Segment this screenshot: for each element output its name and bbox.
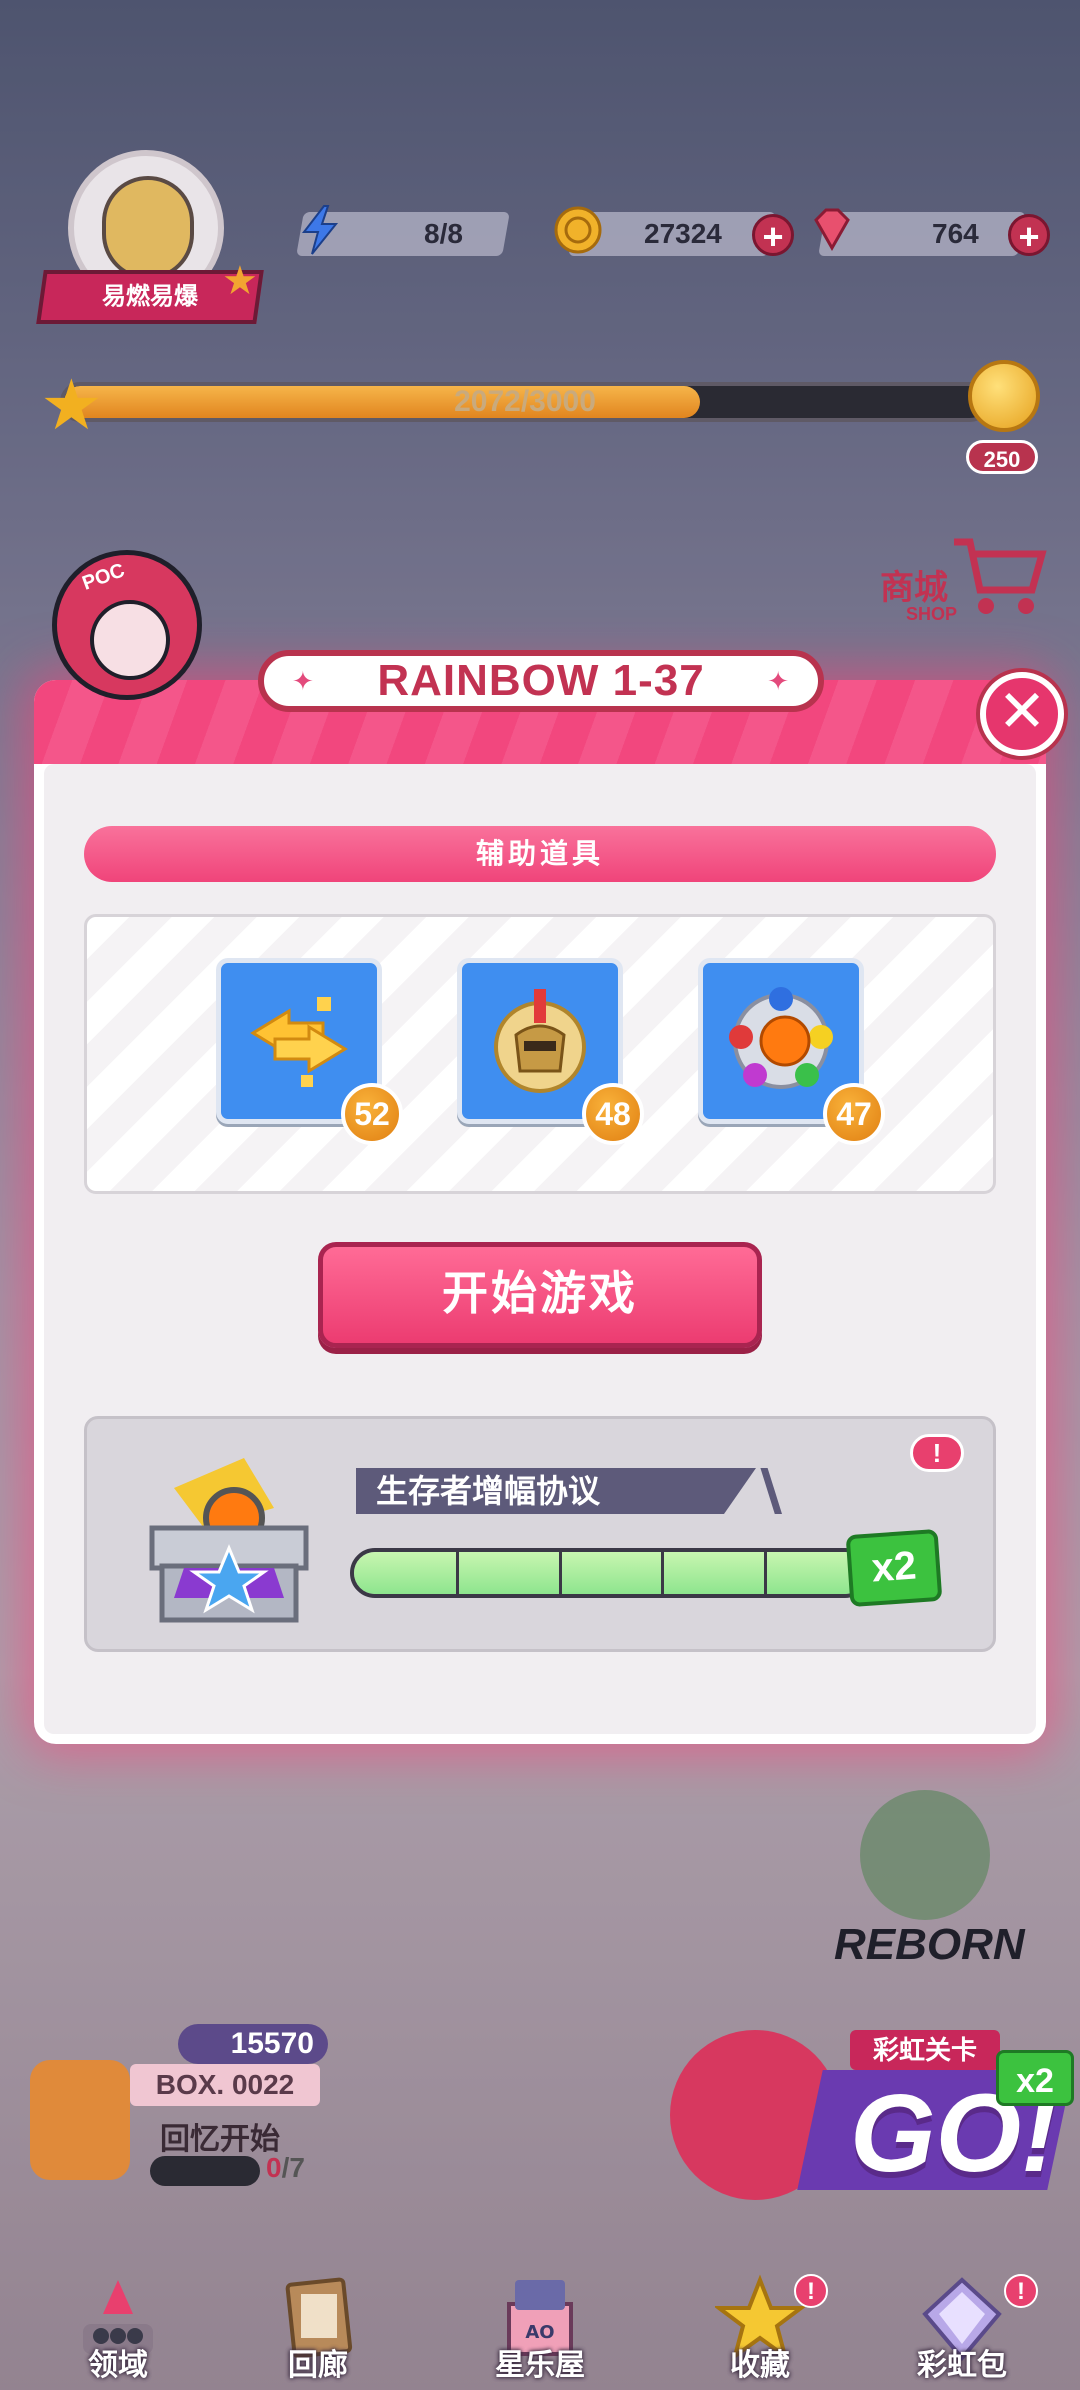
swap-arrows-icon <box>250 997 348 1087</box>
box-count-current: 0 <box>266 2152 282 2183</box>
item-rainbow-ball[interactable]: 47 <box>698 958 885 1145</box>
boost-segment-divider <box>558 1552 562 1594</box>
box-progress-count: 0/7 <box>266 2152 305 2184</box>
nav-label: 星乐屋 <box>495 2349 585 2382</box>
gem-value: 764 <box>932 218 979 249</box>
item-count-badge: 48 <box>582 1083 644 1145</box>
box-gem-count: 15570 <box>178 2024 328 2064</box>
boost-progress-fill <box>354 1552 856 1594</box>
gem-icon <box>814 208 850 252</box>
level-title: RAINBOW 1-37 <box>377 656 705 705</box>
start-game-button[interactable]: 开始游戏 <box>318 1242 762 1348</box>
go-card-tag: 彩虹关卡 <box>850 2030 1000 2070</box>
level-star-icon: ★ <box>40 366 103 444</box>
sparkle-icon: ✦ <box>292 666 315 696</box>
reborn-event-button[interactable]: REBORN <box>820 1770 1030 1990</box>
nav-label: 回廊 <box>288 2349 348 2382</box>
boost-segment-divider <box>763 1552 767 1594</box>
shop-label: 商城 <box>880 569 948 607</box>
boost-multiplier-badge: x2 <box>845 1528 943 1608</box>
level-title-pill: ✦ RAINBOW 1-37 ✦ <box>258 650 824 712</box>
nav-gallery[interactable]: 回廊 <box>220 2274 416 2390</box>
nav-alert-badge: ! <box>794 2274 828 2308</box>
cart-icon <box>954 538 1047 614</box>
nav-collection[interactable]: ! 收藏 <box>662 2274 858 2390</box>
box-progress-bar <box>150 2156 260 2186</box>
nav-label: 彩虹包 <box>917 2349 1007 2382</box>
level-progress-bar: 2072/3000 <box>60 382 990 422</box>
sparkle-icon: ✦ <box>767 666 790 696</box>
treasure-chest-icon[interactable] <box>144 1448 314 1628</box>
mascot-face <box>90 600 170 680</box>
nav-rainbow-pack[interactable]: ! 彩虹包 <box>864 2274 1060 2390</box>
boost-title: 生存者增幅协议 <box>356 1468 756 1514</box>
item-count-badge: 52 <box>341 1083 403 1145</box>
boost-info-button[interactable]: ! <box>910 1434 964 1472</box>
add-gems-button[interactable]: + <box>1008 214 1050 257</box>
coin-icon <box>554 206 602 254</box>
box-count-total: /7 <box>281 2152 305 2183</box>
boost-progress-bar <box>350 1548 870 1598</box>
go-card-multiplier: x2 <box>996 2050 1074 2106</box>
spartan-helmet-icon <box>494 989 586 1093</box>
mascot-character: POC <box>22 540 222 730</box>
lightning-icon <box>301 205 339 255</box>
boost-segment-divider <box>456 1552 460 1594</box>
box-subtitle: 回忆开始 <box>160 2123 280 2156</box>
nav-star-house[interactable]: AO 星乐屋 <box>442 2274 638 2390</box>
level-reward-coin-icon[interactable] <box>968 360 1040 432</box>
close-button[interactable]: ✕ <box>980 672 1064 756</box>
box-title: BOX. 0022 <box>130 2064 320 2106</box>
level-progress-text: 2072/3000 <box>454 385 596 418</box>
energy-value: 8/8 <box>424 218 463 249</box>
shop-button[interactable]: 商城 SHOP <box>880 538 1047 640</box>
rainbow-ball-icon <box>729 987 833 1089</box>
nav-alert-badge: ! <box>1004 2274 1038 2308</box>
item-count-badge: 47 <box>823 1083 885 1145</box>
support-items-banner: 辅助道具 <box>84 826 996 882</box>
boost-segment-divider <box>661 1552 665 1594</box>
item-spartan-helmet[interactable]: 48 <box>457 958 644 1145</box>
nav-label: 收藏 <box>730 2349 790 2382</box>
reborn-characters <box>860 1790 990 1920</box>
nav-label: 领域 <box>88 2349 148 2382</box>
nav-domain[interactable]: 领域 <box>20 2274 216 2390</box>
avatar-face <box>102 176 194 280</box>
coin-value: 27324 <box>644 218 722 249</box>
add-coins-button[interactable]: + <box>752 214 794 257</box>
reborn-label: REBORN <box>834 1920 1025 1969</box>
box-character-icon <box>30 2060 130 2180</box>
rank-star-icon: ★ <box>222 259 258 303</box>
level-reward-value: 250 <box>966 440 1038 474</box>
item-swap-arrows[interactable]: 52 <box>216 958 403 1145</box>
